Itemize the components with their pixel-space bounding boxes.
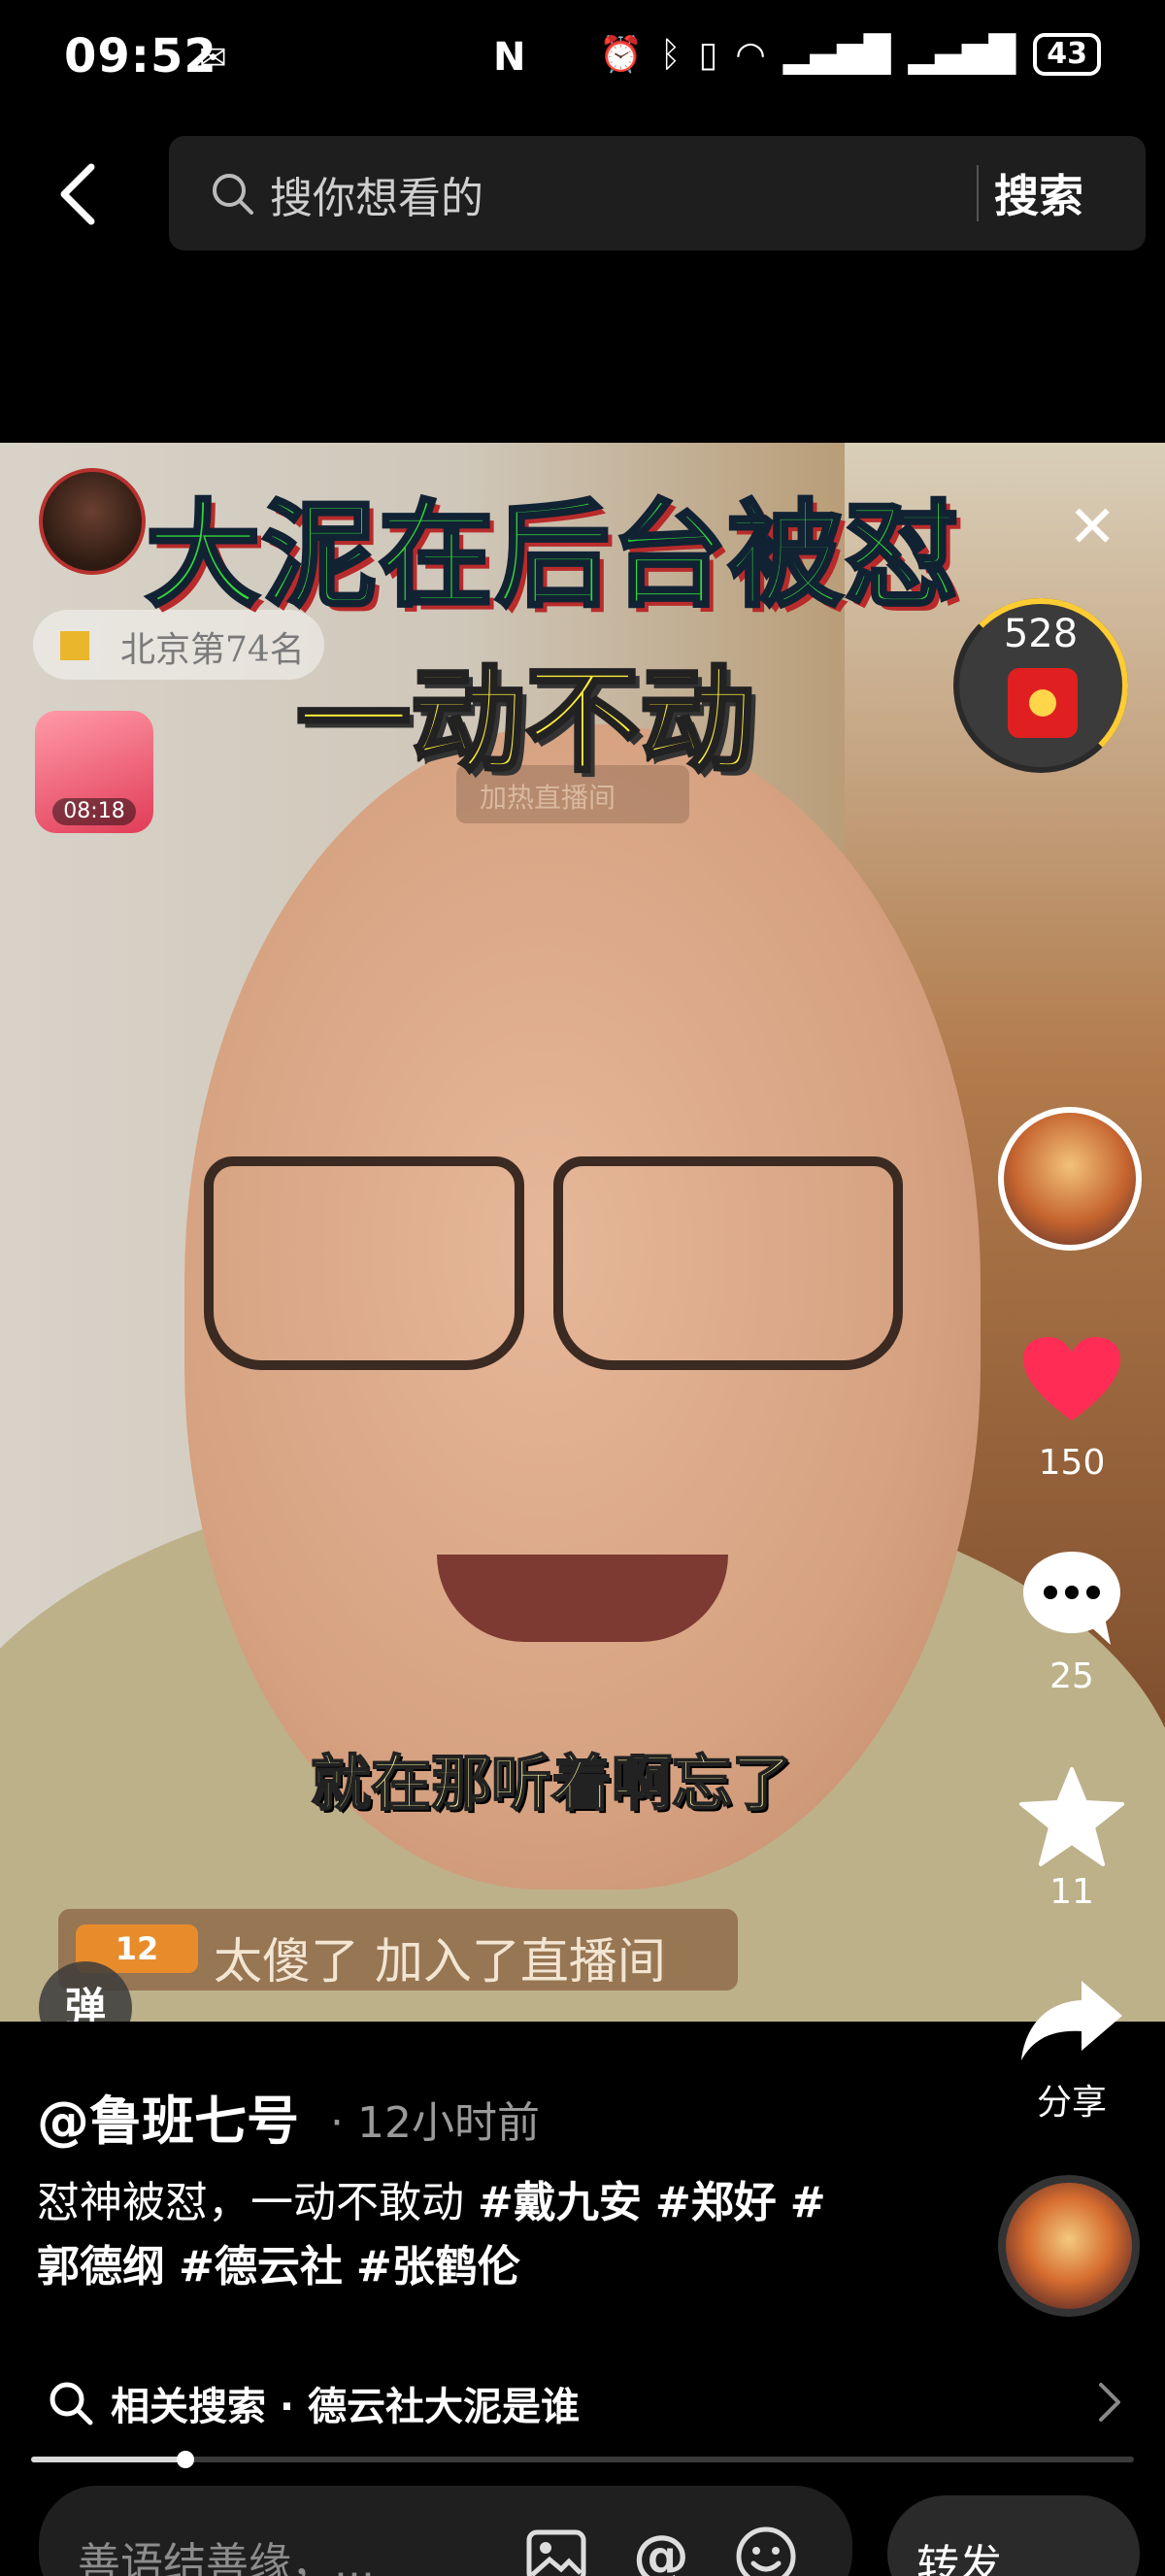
- music-disc[interactable]: [998, 2175, 1140, 2317]
- back-icon: [60, 163, 95, 225]
- hashtag[interactable]: #郑好: [655, 2178, 777, 2227]
- video-progress-bar[interactable]: [31, 2451, 1134, 2468]
- video-overlay-subtitle: 一动不动: [294, 652, 756, 789]
- hashtag[interactable]: #: [790, 2178, 826, 2227]
- comment-input[interactable]: 善语结善缘，... @: [39, 2486, 852, 2576]
- search-button[interactable]: 搜索: [994, 161, 1083, 225]
- star-icon[interactable]: [1017, 1765, 1126, 1868]
- mention-icon[interactable]: @: [629, 2525, 693, 2576]
- battery-icon: 43: [1033, 33, 1101, 76]
- mini-card-time: 08:18: [52, 798, 136, 825]
- rank-text: 北京第74名: [120, 630, 305, 670]
- related-search-label: 相关搜索 · 德云社大泥是谁: [111, 2385, 581, 2429]
- hashtag[interactable]: #戴九安: [478, 2178, 642, 2227]
- live-host-avatar[interactable]: [39, 468, 146, 575]
- search-icon: [50, 2382, 93, 2425]
- video-overlay-title: 大泥在后台被怼: [144, 486, 962, 624]
- nfc-icon: N: [493, 35, 526, 80]
- join-notification: 12 太傻了 加入了直播间: [58, 1909, 738, 1991]
- chevron-right-icon: [1099, 2383, 1120, 2422]
- vibrate-icon: ▯: [698, 34, 718, 75]
- mini-video-card: 08:18: [35, 711, 153, 833]
- signal-icon-2: ▂▄▆█: [908, 34, 1016, 75]
- post-time: · 12小时前: [330, 2098, 540, 2148]
- image-icon[interactable]: [524, 2525, 588, 2576]
- post-description: 怼神被怼，一动不敢动 #戴九安 #郑好 # 郭德纲 #德云社 #张鹤伦: [37, 2171, 930, 2299]
- search-placeholder: 搜你想看的: [270, 174, 483, 223]
- like-count: 150: [1038, 1443, 1106, 1483]
- comment-icon[interactable]: [1021, 1550, 1122, 1647]
- comment-placeholder: 善语结善缘，...: [78, 2539, 375, 2576]
- red-packet-button[interactable]: 528: [953, 598, 1128, 773]
- status-bar: 09:52 ✉ N ⏰ ᛒ ▯ ◠ ▂▄▆█ ▂▄▆█ 43: [0, 0, 1165, 126]
- comment-count: 25: [1049, 1656, 1094, 1696]
- search-icon: [213, 174, 253, 215]
- forward-button[interactable]: 转发: [887, 2495, 1140, 2576]
- author-name[interactable]: @鲁班七号: [37, 2078, 299, 2155]
- heart-icon[interactable]: [1021, 1335, 1122, 1424]
- status-time: 09:52: [64, 29, 217, 84]
- wifi-icon: ◠: [735, 34, 766, 75]
- join-text: 太傻了 加入了直播间: [214, 1933, 666, 1990]
- notification-icon: ✉: [199, 39, 227, 78]
- progress-knob[interactable]: [177, 2451, 195, 2468]
- author-avatar[interactable]: [998, 1107, 1142, 1251]
- bluetooth-icon: ᛒ: [659, 34, 682, 75]
- status-icons: ⏰ ᛒ ▯ ◠ ▂▄▆█ ▂▄▆█ 43: [599, 33, 1101, 76]
- forward-label: 转发: [916, 2541, 1002, 2576]
- video-glasses-right: [553, 1156, 903, 1370]
- hashtag[interactable]: #德云社: [179, 2242, 343, 2292]
- close-icon[interactable]: ✕: [1068, 493, 1116, 561]
- red-packet-icon: [1008, 668, 1078, 738]
- share-icon[interactable]: [1017, 1977, 1126, 2064]
- favorite-count: 11: [1049, 1872, 1094, 1912]
- signal-icon: ▂▄▆█: [782, 34, 891, 75]
- alarm-icon: ⏰: [599, 35, 643, 75]
- share-label: 分享: [1036, 2083, 1107, 2123]
- video-caption: 就在那听着啊忘了: [310, 1747, 793, 1820]
- red-packet-seal: [1029, 689, 1056, 717]
- rank-bar-icon: [60, 631, 89, 660]
- video-mouth: [437, 1555, 728, 1642]
- hashtag[interactable]: #张鹤伦: [356, 2242, 520, 2292]
- related-search[interactable]: 相关搜索 · 德云社大泥是谁: [0, 2354, 1165, 2451]
- red-packet-count: 528: [1003, 612, 1079, 656]
- description-text: 怼神被怼，一动不敢动: [37, 2178, 478, 2227]
- svg-text:@: @: [633, 2525, 689, 2576]
- video-glasses-left: [204, 1156, 524, 1370]
- search-divider: [977, 165, 979, 221]
- emoji-icon[interactable]: [734, 2525, 798, 2576]
- back-button[interactable]: [50, 155, 109, 233]
- progress-fill: [31, 2457, 186, 2462]
- video-player[interactable]: 北京第74名 08:18 加热直播间 大泥在后台被怼 一动不动 ✕ 528 就在…: [0, 443, 1165, 2022]
- hashtag[interactable]: 郭德纲: [37, 2242, 165, 2292]
- search-input[interactable]: 搜你想看的 搜索: [169, 136, 1146, 251]
